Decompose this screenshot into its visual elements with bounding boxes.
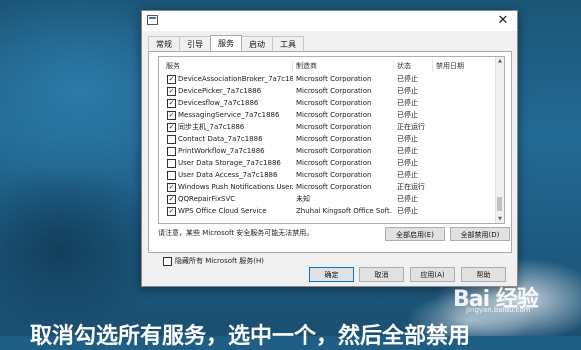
service-status: 已停止 <box>397 87 418 95</box>
scroll-thumb[interactable] <box>497 197 502 211</box>
service-name: Contact Data_7a7c1886 <box>178 135 263 143</box>
service-status: 已停止 <box>397 159 418 167</box>
service-row[interactable]: 同步主机_7a7c1886 Microsoft Corporation 正在运行 <box>159 121 495 133</box>
service-name: MessagingService_7a7c1886 <box>178 111 280 119</box>
tab-bar: 常规 引导 服务 启动 工具 <box>148 35 304 52</box>
column-header-status[interactable]: 状态 <box>393 60 411 72</box>
service-status: 已停止 <box>397 99 418 107</box>
service-checkbox[interactable] <box>167 111 176 120</box>
service-checkbox[interactable] <box>167 207 176 216</box>
service-name: Devicesflow_7a7c1886 <box>178 99 259 107</box>
service-checkbox[interactable] <box>167 183 176 192</box>
apply-button[interactable]: 应用(A) <box>410 267 455 282</box>
service-maker: Zhuhai Kingsoft Office Soft... <box>296 207 392 215</box>
service-row[interactable]: Contact Data_7a7c1886 Microsoft Corporati… <box>159 133 495 145</box>
service-maker: Microsoft Corporation <box>296 75 372 83</box>
title-bar: ✕ <box>142 11 517 31</box>
service-row[interactable]: Devicesflow_7a7c1886 Microsoft Corporatio… <box>159 97 495 109</box>
hide-microsoft-services-checkbox[interactable] <box>163 256 172 266</box>
service-maker: 未知 <box>296 195 310 203</box>
tab-tools[interactable]: 工具 <box>272 36 304 52</box>
scroll-up-icon[interactable]: ▲ <box>496 57 504 65</box>
service-name: User Data Access_7a7c1886 <box>178 171 278 179</box>
system-configuration-window: ✕ 常规 引导 服务 启动 工具 服务 制造商 状态 禁用日期 DeviceAs… <box>141 10 518 287</box>
service-row[interactable]: Windows Push Notifications User...Micros… <box>159 181 495 193</box>
hide-microsoft-services-option[interactable]: 隐藏所有 Microsoft 服务(H) <box>163 256 264 266</box>
service-row[interactable]: User Data Storage_7a7c1886 Microsoft Corp… <box>159 157 495 169</box>
instruction-caption: 取消勾选所有服务，选中一个，然后全部禁用 <box>30 324 471 349</box>
list-header: 服务 制造商 状态 禁用日期 <box>159 60 495 72</box>
service-checkbox[interactable] <box>167 123 176 132</box>
tab-general[interactable]: 常规 <box>148 36 180 52</box>
services-list: 服务 制造商 状态 禁用日期 DeviceAssociationBroker_7… <box>158 56 505 224</box>
service-checkbox[interactable] <box>167 75 176 84</box>
service-row[interactable]: PrintWorkflow_7a7c1886 Microsoft Corporat… <box>159 145 495 157</box>
service-status: 正在运行 <box>397 183 425 191</box>
service-maker: Microsoft Corporation <box>296 159 372 167</box>
service-maker: Microsoft Corporation <box>296 123 372 131</box>
service-row[interactable]: DeviceAssociationBroker_7a7c18...Microso… <box>159 73 495 85</box>
disable-all-button[interactable]: 全部禁用(D) <box>450 227 510 241</box>
enable-all-button[interactable]: 全部启用(E) <box>385 227 445 241</box>
service-checkbox[interactable] <box>167 147 176 156</box>
service-row[interactable]: User Data Access_7a7c1886 Microsoft Corpo… <box>159 169 495 181</box>
service-maker: Microsoft Corporation <box>296 183 372 191</box>
service-maker: Microsoft Corporation <box>296 135 372 143</box>
service-checkbox[interactable] <box>167 99 176 108</box>
watermark-url: jingyan.baidu.com <box>466 306 531 314</box>
ok-button[interactable]: 确定 <box>309 267 354 282</box>
services-rows: DeviceAssociationBroker_7a7c18...Microso… <box>159 73 495 217</box>
service-row[interactable]: DevicePicker_7a7c1886 Microsoft Corporati… <box>159 85 495 97</box>
service-name: PrintWorkflow_7a7c1886 <box>178 147 265 155</box>
close-button[interactable]: ✕ <box>489 11 517 31</box>
column-header-service[interactable]: 服务 <box>163 60 180 72</box>
hide-microsoft-services-label: 隐藏所有 Microsoft 服务(H) <box>175 257 265 265</box>
service-checkbox[interactable] <box>167 135 176 144</box>
service-name: 同步主机_7a7c1886 <box>178 123 245 131</box>
service-row[interactable]: QQRepairFixSVC 未知 已停止 <box>159 193 495 205</box>
service-maker: Microsoft Corporation <box>296 147 372 155</box>
service-status: 已停止 <box>397 147 418 155</box>
service-status: 已停止 <box>397 171 418 179</box>
service-name: DeviceAssociationBroker_7a7c18... <box>178 75 293 83</box>
service-name: User Data Storage_7a7c1886 <box>178 159 281 167</box>
service-name: WPS Office Cloud Service <box>178 207 267 215</box>
service-name: QQRepairFixSVC <box>178 195 236 203</box>
column-header-disabled-date[interactable]: 禁用日期 <box>432 60 464 72</box>
service-maker: Microsoft Corporation <box>296 87 372 95</box>
service-status: 正在运行 <box>397 123 425 131</box>
list-scrollbar[interactable]: ▲ ▼ <box>495 57 504 223</box>
service-status: 已停止 <box>397 195 418 203</box>
service-checkbox[interactable] <box>167 171 176 180</box>
service-name: Windows Push Notifications User... <box>178 183 293 191</box>
service-row[interactable]: WPS Office Cloud Service Zhuhai Kingsoft … <box>159 205 495 217</box>
services-panel: 服务 制造商 状态 禁用日期 DeviceAssociationBroker_7… <box>148 51 512 266</box>
app-icon <box>147 15 158 25</box>
service-status: 已停止 <box>397 135 418 143</box>
service-row[interactable]: MessagingService_7a7c1886 Microsoft Corpo… <box>159 109 495 121</box>
tab-boot[interactable]: 引导 <box>179 36 211 52</box>
service-maker: Microsoft Corporation <box>296 111 372 119</box>
service-maker: Microsoft Corporation <box>296 99 372 107</box>
help-button[interactable]: 帮助 <box>461 267 506 282</box>
service-maker: Microsoft Corporation <box>296 171 372 179</box>
service-status: 已停止 <box>397 75 418 83</box>
service-checkbox[interactable] <box>167 87 176 96</box>
scroll-down-icon[interactable]: ▼ <box>496 215 504 223</box>
service-checkbox[interactable] <box>167 159 176 168</box>
cancel-button[interactable]: 取消 <box>359 267 404 282</box>
service-checkbox[interactable] <box>167 195 176 204</box>
service-name: DevicePicker_7a7c1886 <box>178 87 262 95</box>
tab-services[interactable]: 服务 <box>210 35 242 52</box>
service-status: 已停止 <box>397 207 418 215</box>
column-header-maker[interactable]: 制造商 <box>292 60 317 72</box>
service-status: 已停止 <box>397 111 418 119</box>
microsoft-services-note: 请注意，某些 Microsoft 安全服务可能无法禁用。 <box>158 229 314 237</box>
tab-startup[interactable]: 启动 <box>241 36 273 52</box>
